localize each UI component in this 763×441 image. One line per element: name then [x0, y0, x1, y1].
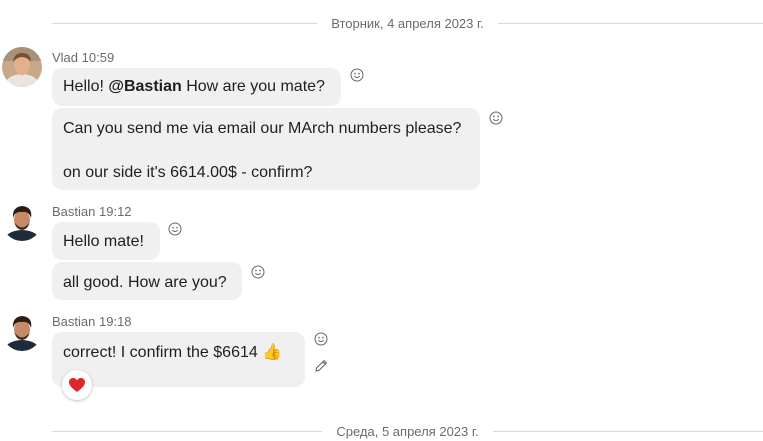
message-bubble[interactable]: all good. How are you? — [52, 262, 242, 300]
smiley-icon[interactable] — [251, 265, 265, 279]
avatar[interactable] — [2, 311, 42, 351]
message-text: How are you mate? — [181, 78, 325, 95]
divider-line — [52, 430, 323, 432]
thumbs-up-emoji: 👍 — [262, 344, 283, 361]
message-bubble[interactable]: Can you send me via email our MArch numb… — [52, 108, 480, 190]
message-time: 19:12 — [99, 204, 132, 219]
message-line: on our side it's 6614.00$ - confirm? — [63, 164, 313, 181]
message-text: Hello! — [63, 78, 109, 95]
smiley-icon[interactable] — [314, 332, 328, 346]
message-bubble[interactable]: Hello mate! — [52, 222, 160, 260]
message-text: correct! I confirm the $6614 — [63, 344, 258, 361]
divider-date: Вторник, 4 апреля 2023 г. — [331, 15, 484, 31]
message-time: 19:18 — [99, 314, 132, 329]
divider-line — [492, 430, 763, 432]
message-time: 10:59 — [81, 50, 115, 65]
avatar[interactable] — [2, 201, 42, 241]
message-meta: Bastian 19:12 — [52, 204, 132, 219]
pencil-icon[interactable] — [313, 358, 329, 374]
reaction-heart[interactable] — [62, 370, 92, 400]
message-bubble[interactable]: Hello! @Bastian How are you mate? — [52, 68, 341, 106]
message-meta: Vlad 10:59 — [52, 50, 114, 65]
smiley-icon[interactable] — [168, 222, 182, 236]
smiley-icon[interactable] — [489, 111, 503, 125]
message-text: all good. How are you? — [63, 274, 227, 291]
mention-link[interactable]: @Bastian — [108, 78, 181, 95]
message-line: Can you send me via email our MArch numb… — [63, 120, 462, 137]
divider-date: Среда, 5 апреля 2023 г. — [336, 423, 479, 439]
avatar[interactable] — [2, 47, 42, 87]
heart-icon — [69, 378, 85, 392]
message-meta: Bastian 19:18 — [52, 314, 132, 329]
message-text: Hello mate! — [63, 233, 144, 250]
divider-line — [52, 22, 318, 24]
sender-name: Bastian — [52, 204, 96, 219]
divider-line — [497, 22, 763, 24]
date-divider: Среда, 5 апреля 2023 г. — [52, 421, 763, 441]
sender-name: Bastian — [52, 314, 96, 329]
date-divider: Вторник, 4 апреля 2023 г. — [52, 13, 763, 33]
smiley-icon[interactable] — [350, 68, 364, 82]
sender-name: Vlad — [52, 50, 79, 65]
